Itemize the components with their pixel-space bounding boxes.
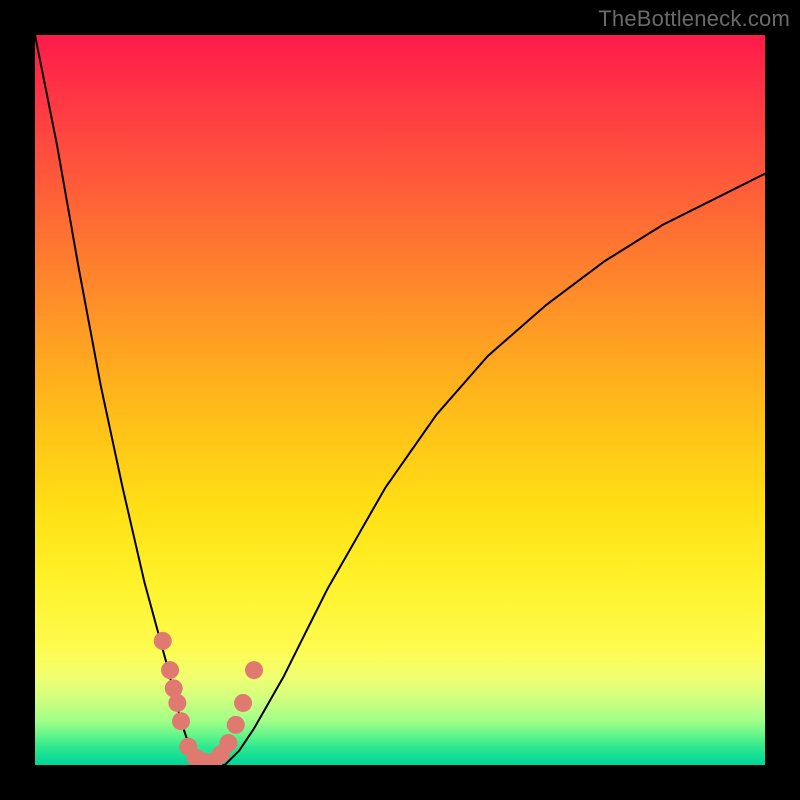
curve-marker (245, 661, 263, 679)
curve-marker (219, 734, 237, 752)
watermark-text: TheBottleneck.com (598, 6, 790, 32)
curve-marker (154, 632, 172, 650)
curve-marker (161, 661, 179, 679)
chart-svg (35, 35, 765, 765)
curve-markers (154, 632, 263, 765)
plot-area (35, 35, 765, 765)
curve-marker (234, 694, 252, 712)
curve-marker (172, 712, 190, 730)
curve-marker (227, 716, 245, 734)
curve-marker (168, 694, 186, 712)
chart-container: TheBottleneck.com (0, 0, 800, 800)
bottleneck-curve (35, 35, 765, 765)
